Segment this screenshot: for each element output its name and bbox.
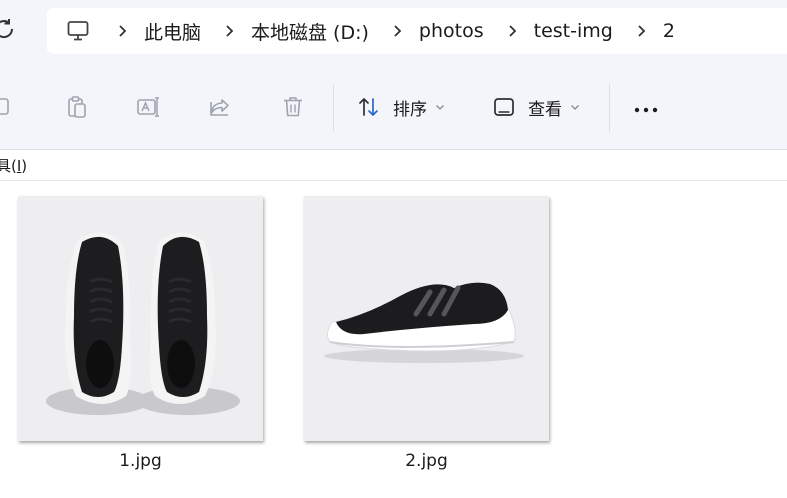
chevron-right-icon[interactable] <box>508 25 518 37</box>
refresh-icon[interactable] <box>0 16 17 42</box>
view-icon <box>494 98 514 116</box>
view-label: 查看 <box>528 99 562 120</box>
copy-icon[interactable] <box>0 94 16 120</box>
file-item[interactable]: 2.jpg <box>304 196 549 471</box>
view-button[interactable]: 查看 <box>492 91 580 123</box>
breadcrumb-this-pc[interactable]: 此电脑 <box>142 14 203 49</box>
computer-icon[interactable] <box>66 19 90 43</box>
sneaker-side-view-image <box>304 196 549 441</box>
chevron-down-icon <box>436 105 444 110</box>
breadcrumb-folder-2[interactable]: 2 <box>661 16 677 46</box>
toolbar-divider <box>333 84 334 132</box>
breadcrumb-test-img[interactable]: test-img <box>532 16 615 46</box>
menu-bar: 具(I) <box>0 150 787 181</box>
file-item[interactable]: 1.jpg <box>18 196 263 471</box>
address-bar-area: 此电脑 本地磁盘 (D:) photos test-img 2 <box>0 0 787 62</box>
sort-label: 排序 <box>393 99 427 120</box>
paste-icon[interactable] <box>64 94 90 120</box>
sort-button[interactable]: 排序 <box>357 91 445 123</box>
chevron-right-icon[interactable] <box>118 25 128 37</box>
menu-tools[interactable]: 具(I) <box>0 155 27 176</box>
rename-icon[interactable] <box>136 94 162 120</box>
chevron-right-icon[interactable] <box>225 25 235 37</box>
toolbar-divider <box>609 84 610 132</box>
breadcrumb-local-disk[interactable]: 本地磁盘 (D:) <box>249 14 371 49</box>
sneakers-top-view-image <box>18 196 263 441</box>
file-name[interactable]: 2.jpg <box>304 451 549 471</box>
chevron-down-icon <box>571 105 579 110</box>
delete-icon[interactable] <box>280 94 306 120</box>
sort-icon <box>359 98 378 116</box>
command-bar: 排序 查看 <box>0 62 787 150</box>
chevron-right-icon[interactable] <box>637 25 647 37</box>
file-name[interactable]: 1.jpg <box>18 451 263 471</box>
chevron-right-icon[interactable] <box>393 25 403 37</box>
more-icon[interactable] <box>634 106 660 114</box>
share-icon[interactable] <box>208 94 234 120</box>
breadcrumb: 此电脑 本地磁盘 (D:) photos test-img 2 <box>47 8 787 54</box>
breadcrumb-photos[interactable]: photos <box>417 16 486 46</box>
